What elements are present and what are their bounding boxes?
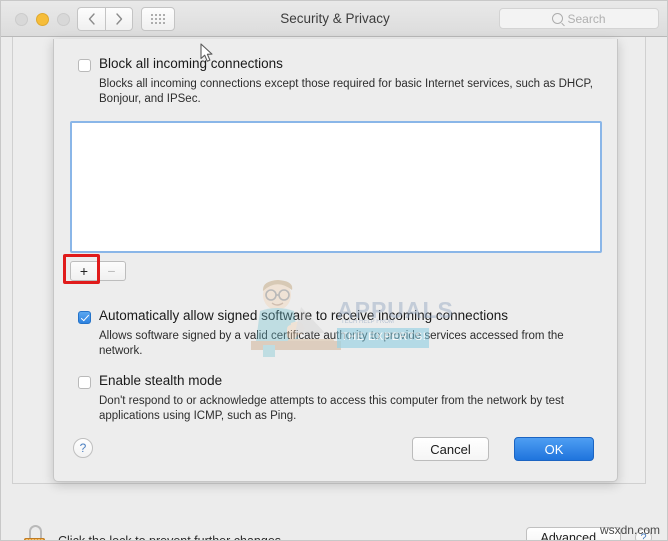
window-titlebar: Security & Privacy Search: [1, 1, 667, 37]
stealth-mode-checkbox[interactable]: [78, 376, 91, 389]
auto-allow-description: Allows software signed by a valid certif…: [99, 330, 564, 357]
lock-bar: Click the lock to prevent further change…: [1, 489, 667, 541]
auto-allow-label: Automatically allow signed software to r…: [99, 308, 508, 323]
system-preferences-window: Security & Privacy Search Click the lock…: [0, 0, 668, 541]
padlock-open-icon[interactable]: [23, 525, 49, 540]
watermark-site: wsxdn.com: [599, 523, 660, 537]
highlight-annotation-add-button: [63, 254, 100, 284]
lock-hint-label: Click the lock to prevent further change…: [58, 534, 285, 541]
stealth-mode-description: Don't respond to or acknowledge attempts…: [99, 395, 564, 422]
firewall-options-sheet: Block all incoming connections Blocks al…: [53, 39, 618, 482]
cancel-button[interactable]: Cancel: [412, 437, 489, 461]
padlock-shackle: [29, 525, 42, 539]
help-button-sheet[interactable]: ?: [73, 438, 93, 458]
ok-button[interactable]: OK: [514, 437, 594, 461]
block-all-label: Block all incoming connections: [99, 56, 283, 71]
search-placeholder: Search: [567, 11, 606, 26]
auto-allow-checkbox[interactable]: [78, 311, 91, 324]
block-all-description: Blocks all incoming connections except t…: [99, 78, 593, 105]
remove-app-button: −: [98, 261, 126, 281]
search-input[interactable]: Search: [499, 8, 659, 29]
block-all-checkbox[interactable]: [78, 59, 91, 72]
stealth-mode-label: Enable stealth mode: [99, 373, 223, 388]
search-icon: [552, 13, 564, 24]
allowed-apps-list[interactable]: [70, 121, 602, 253]
